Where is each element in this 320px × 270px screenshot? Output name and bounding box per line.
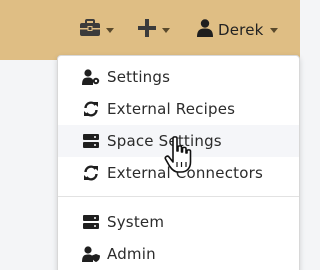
top-navbar: Derek: [0, 0, 300, 60]
plus-icon: [138, 19, 156, 41]
menu-item-system[interactable]: System: [58, 206, 299, 238]
user-icon: [197, 19, 213, 41]
user-gear-icon: [82, 68, 100, 86]
menu-item-label: System: [107, 213, 165, 231]
toolbox-icon: [80, 19, 100, 41]
menu-item-label: Admin: [107, 245, 156, 263]
sync-icon: [82, 164, 100, 182]
chevron-down-icon: [269, 27, 278, 33]
user-dropdown-toggle[interactable]: Derek: [197, 16, 278, 44]
chevron-down-icon: [162, 27, 170, 33]
menu-item-external-recipes[interactable]: External Recipes: [58, 93, 299, 125]
menu-item-admin[interactable]: Admin: [58, 238, 299, 270]
hand-pointer-cursor-icon: [163, 135, 195, 175]
chevron-down-icon: [106, 27, 114, 33]
add-dropdown-toggle[interactable]: [138, 16, 170, 44]
menu-item-label: External Recipes: [107, 100, 236, 118]
tools-dropdown-toggle[interactable]: [80, 16, 114, 44]
menu-item-settings[interactable]: Settings: [58, 61, 299, 93]
menu-divider: [58, 196, 299, 197]
server-icon: [82, 132, 100, 150]
user-name: Derek: [218, 21, 264, 39]
menu-item-label: Settings: [107, 68, 171, 86]
sync-icon: [82, 100, 100, 118]
server-icon: [82, 213, 100, 231]
user-shield-icon: [82, 245, 100, 263]
